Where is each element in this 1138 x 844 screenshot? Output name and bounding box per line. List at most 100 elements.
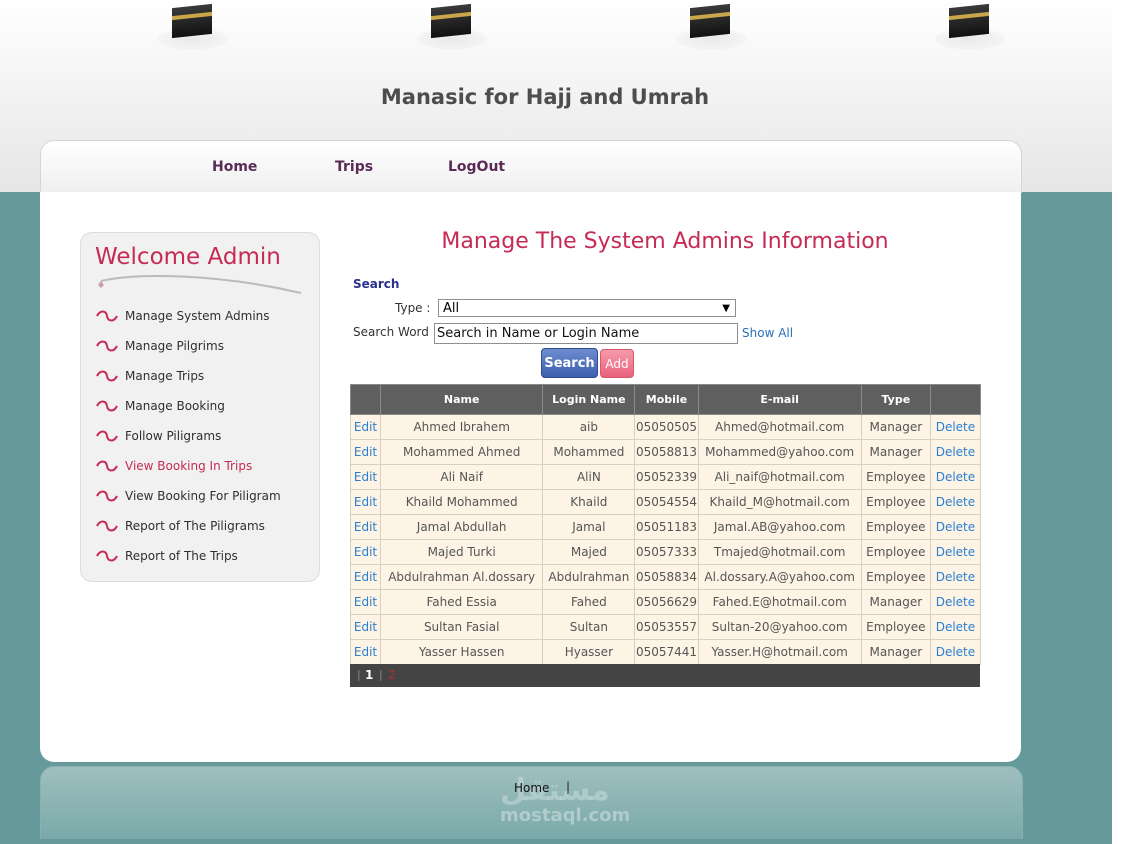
- menu-item-label: Manage Trips: [125, 369, 205, 383]
- menu-item-manage-booking[interactable]: Manage Booking: [95, 391, 281, 421]
- cell-email: Al.dossary.A@yahoo.com: [697, 564, 862, 590]
- delete-link[interactable]: Delete: [929, 564, 982, 590]
- cell-name: Sultan Fasial: [380, 614, 544, 640]
- cell-type: Employee: [860, 614, 931, 640]
- menu-item-manage-pilgrims[interactable]: Manage Pilgrims: [95, 331, 281, 361]
- menu-item-label: Follow Piligrams: [125, 429, 222, 443]
- edit-link[interactable]: Edit: [349, 514, 382, 540]
- pager-separator: |: [379, 668, 383, 681]
- delete-link[interactable]: Delete: [929, 439, 982, 465]
- type-label: Type :: [395, 301, 431, 315]
- menu-item-manage-system-admins[interactable]: Manage System Admins: [95, 301, 281, 331]
- nav-logout[interactable]: LogOut: [448, 159, 505, 175]
- delete-link[interactable]: Delete: [929, 539, 982, 565]
- page-link[interactable]: 2: [388, 668, 396, 682]
- type-select[interactable]: All ▼: [438, 299, 736, 317]
- edit-link[interactable]: Edit: [349, 489, 382, 515]
- welcome-heading: Welcome Admin: [95, 244, 281, 270]
- swirl-bullet-icon: [96, 340, 118, 352]
- search-word-label: Search Word :: [353, 325, 437, 339]
- cell-email: Tmajed@hotmail.com: [697, 539, 862, 565]
- delete-link[interactable]: Delete: [929, 414, 982, 440]
- cell-type: Employee: [860, 539, 931, 565]
- pager-separator: |: [357, 668, 361, 681]
- kaaba-image: [676, 0, 746, 50]
- menu-item-report-trips[interactable]: Report of The Trips: [95, 541, 281, 571]
- cell-email: Ahmed@hotmail.com: [697, 414, 862, 440]
- site-title: Manasic for Hajj and Umrah: [380, 85, 710, 109]
- swirl-bullet-icon: [96, 370, 118, 382]
- menu-item-view-booking-for-piligram[interactable]: View Booking For Piligram: [95, 481, 281, 511]
- menu-item-label: View Booking In Trips: [125, 459, 253, 473]
- cell-mobile: 05054554: [634, 489, 699, 515]
- delete-link[interactable]: Delete: [929, 614, 982, 640]
- dropdown-arrow-icon: ▼: [722, 303, 730, 314]
- edit-link[interactable]: Edit: [349, 589, 382, 615]
- menu-item-label: Report of The Trips: [125, 549, 238, 563]
- type-select-value: All: [443, 301, 460, 316]
- cell-name: Majed Turki: [380, 539, 544, 565]
- cell-login-name: Jamal: [542, 514, 636, 540]
- cell-type: Manager: [860, 439, 931, 465]
- search-input[interactable]: [434, 323, 738, 344]
- watermark-url: mostaql.com: [500, 805, 631, 826]
- edit-link[interactable]: Edit: [349, 539, 382, 565]
- table-row: Edit Fahed Essia Fahed 05056629 Fahed.E@hotm…: [349, 589, 982, 615]
- column-header: Name: [380, 384, 544, 415]
- column-header: [349, 384, 382, 415]
- menu-item-label: Manage System Admins: [125, 309, 270, 323]
- menu-item-view-booking-in-trips[interactable]: View Booking In Trips: [95, 451, 281, 481]
- edit-link[interactable]: Edit: [349, 414, 382, 440]
- cell-email: Mohammed@yahoo.com: [697, 439, 862, 465]
- swirl-bullet-icon: [96, 490, 118, 502]
- cell-mobile: 05053557: [634, 614, 699, 640]
- menu-item-follow-piligrams[interactable]: Follow Piligrams: [95, 421, 281, 451]
- edit-link[interactable]: Edit: [349, 464, 382, 490]
- column-header: Mobile: [634, 384, 699, 415]
- cell-mobile: 05058834: [634, 564, 699, 590]
- edit-link[interactable]: Edit: [349, 564, 382, 590]
- delete-link[interactable]: Delete: [929, 639, 982, 665]
- content-panel: Welcome Admin Manage System Admins Manag…: [40, 192, 1021, 762]
- menu-item-label: Manage Pilgrims: [125, 339, 224, 353]
- column-header: Type: [860, 384, 931, 415]
- menu-item-manage-trips[interactable]: Manage Trips: [95, 361, 281, 391]
- menu-item-report-piligrams[interactable]: Report of The Piligrams: [95, 511, 281, 541]
- delete-link[interactable]: Delete: [929, 514, 982, 540]
- edit-link[interactable]: Edit: [349, 639, 382, 665]
- cell-type: Manager: [860, 414, 931, 440]
- cell-email: Sultan-20@yahoo.com: [697, 614, 862, 640]
- edit-link[interactable]: Edit: [349, 439, 382, 465]
- cell-email: Ali_naif@hotmail.com: [697, 464, 862, 490]
- cell-login-name: AliN: [542, 464, 636, 490]
- cell-mobile: 05056629: [634, 589, 699, 615]
- cell-mobile: 05058813: [634, 439, 699, 465]
- cell-mobile: 05050505: [634, 414, 699, 440]
- cell-name: Khaild Mohammed: [380, 489, 544, 515]
- show-all-link[interactable]: Show All: [742, 326, 793, 340]
- menu-item-label: Manage Booking: [125, 399, 225, 413]
- table-row: Edit Jamal Abdullah Jamal 05051183 Jamal.AB@…: [349, 514, 982, 540]
- pagination: | 1 | 2: [350, 664, 980, 687]
- cell-type: Employee: [860, 514, 931, 540]
- swirl-bullet-icon: [96, 550, 118, 562]
- cell-email: Fahed.E@hotmail.com: [697, 589, 862, 615]
- cell-login-name: Majed: [542, 539, 636, 565]
- delete-link[interactable]: Delete: [929, 589, 982, 615]
- add-button[interactable]: Add: [600, 349, 634, 378]
- cell-email: Jamal.AB@yahoo.com: [697, 514, 862, 540]
- nav-trips[interactable]: Trips: [335, 159, 373, 175]
- page-current: 1: [365, 668, 374, 682]
- footer-home-link[interactable]: Home: [514, 781, 549, 795]
- delete-link[interactable]: Delete: [929, 489, 982, 515]
- nav-home[interactable]: Home: [212, 159, 257, 175]
- cell-login-name: Sultan: [542, 614, 636, 640]
- search-button[interactable]: Search: [541, 348, 598, 378]
- menu-item-label: View Booking For Piligram: [125, 489, 281, 503]
- edit-link[interactable]: Edit: [349, 614, 382, 640]
- cell-mobile: 05051183: [634, 514, 699, 540]
- swirl-bullet-icon: [96, 430, 118, 442]
- cell-name: Ahmed Ibrahem: [380, 414, 544, 440]
- delete-link[interactable]: Delete: [929, 464, 982, 490]
- cell-name: Abdulrahman Al.dossary: [380, 564, 544, 590]
